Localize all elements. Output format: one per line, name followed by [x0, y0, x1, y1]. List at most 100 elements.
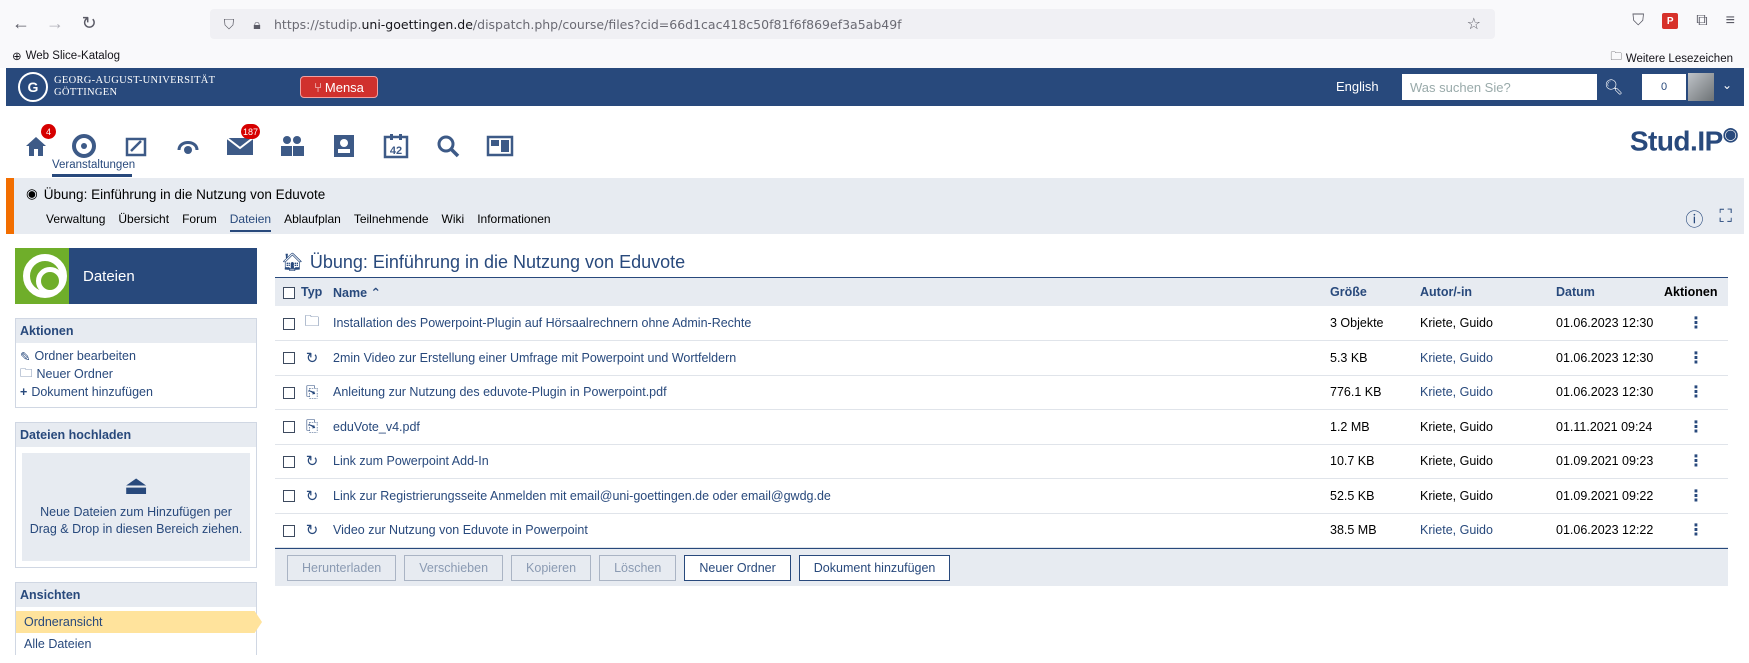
file-action-button[interactable]: Kopieren: [511, 554, 592, 581]
language-link[interactable]: English: [1336, 79, 1379, 94]
col-size[interactable]: Größe: [1330, 278, 1420, 306]
link-icon: ↻: [305, 522, 319, 540]
view-all-files[interactable]: Alle Dateien: [16, 633, 256, 655]
bookmark-web-slice[interactable]: ⊕ Web Slice-Katalog: [12, 49, 120, 63]
back-arrow-icon[interactable]: ←: [8, 10, 34, 36]
search-nav-icon[interactable]: [430, 128, 466, 164]
row-author[interactable]: Kriete, Guido: [1420, 340, 1556, 376]
tab-verwaltung[interactable]: Verwaltung: [46, 212, 105, 232]
row-name[interactable]: eduVote_v4.pdf: [333, 409, 1330, 445]
row-name[interactable]: Link zur Registrierungsseite Anmelden mi…: [333, 478, 1330, 514]
row-actions-menu[interactable]: ⋮: [1664, 375, 1728, 410]
table-row[interactable]: 🗀︎ Installation des Powerpoint-Plugin au…: [275, 306, 1728, 341]
course-context-bar: ◉ Übung: Einführung in die Nutzung von E…: [6, 178, 1744, 234]
lock-icon[interactable]: 🔒︎: [248, 15, 266, 33]
profile-icon[interactable]: [326, 128, 362, 164]
col-name[interactable]: Name ⌃: [333, 278, 1330, 306]
row-checkbox[interactable]: [283, 386, 295, 399]
notification-count[interactable]: 0: [1642, 74, 1686, 100]
messages-icon[interactable]: 187: [222, 124, 260, 164]
extensions-icon[interactable]: ⧉: [1696, 12, 1707, 30]
pocket-icon[interactable]: ⛉: [1632, 12, 1644, 30]
row-checkbox[interactable]: [283, 317, 295, 330]
row-name[interactable]: Installation des Powerpoint-Plugin auf H…: [333, 306, 1330, 341]
shield-icon[interactable]: ⛉: [220, 15, 238, 33]
home-icon[interactable]: 4: [18, 124, 56, 164]
table-row[interactable]: ⎘ Anleitung zur Nutzung des eduvote-Plug…: [275, 375, 1728, 410]
link-icon: ↻: [305, 487, 319, 505]
file-action-button[interactable]: Verschieben: [404, 554, 504, 581]
university-logo[interactable]: G GEORG-AUGUST-UNIVERSITÄT GÖTTINGEN: [18, 72, 215, 102]
row-actions-menu[interactable]: ⋮: [1664, 409, 1728, 445]
row-select-cell: [275, 478, 301, 514]
row-checkbox[interactable]: [283, 524, 295, 537]
tab-ablaufplan[interactable]: Ablaufplan: [284, 212, 341, 232]
col-author[interactable]: Autor/-in: [1420, 278, 1556, 306]
row-author[interactable]: Kriete, Guido: [1420, 513, 1556, 548]
search-input[interactable]: [1402, 74, 1597, 100]
action-add-document[interactable]: + Dokument hinzufügen: [20, 383, 252, 401]
table-row[interactable]: ↻ Video zur Nutzung von Eduvote in Power…: [275, 513, 1728, 548]
row-actions-menu[interactable]: ⋮: [1664, 513, 1728, 548]
table-row[interactable]: ↻ Link zur Registrierungsseite Anmelden …: [275, 478, 1728, 514]
upload-dropzone[interactable]: ⏏ Neue Dateien zum Hinzufügen per Drag &…: [22, 453, 250, 561]
view-folder[interactable]: Ordneransicht: [16, 611, 262, 633]
tab-forum[interactable]: Forum: [182, 212, 217, 232]
action-new-folder[interactable]: 🗀︎ Neuer Ordner: [20, 365, 252, 383]
reload-icon[interactable]: ↻: [76, 10, 102, 36]
pdf-extension-icon[interactable]: P: [1662, 13, 1679, 29]
chevron-down-icon[interactable]: ⌄: [1722, 78, 1732, 92]
fullscreen-icon[interactable]: ⛶: [1719, 206, 1732, 232]
table-row[interactable]: ⎘ eduVote_v4.pdf 1.2 MB Kriete, Guido 01…: [275, 409, 1728, 445]
table-row[interactable]: ↻ Link zum Powerpoint Add-In 10.7 KB Kri…: [275, 444, 1728, 479]
tab-dateien[interactable]: Dateien: [229, 212, 272, 232]
col-type[interactable]: Typ: [301, 278, 333, 306]
row-name[interactable]: 2min Video zur Erstellung einer Umfrage …: [333, 340, 1330, 376]
course-title: ◉ Übung: Einführung in die Nutzung von E…: [26, 186, 325, 202]
tab-teilnehmende[interactable]: Teilnehmende: [354, 212, 429, 232]
row-author[interactable]: Kriete, Guido: [1420, 375, 1556, 410]
course-tabs: Verwaltung Übersicht Forum Dateien Ablau…: [46, 212, 551, 232]
contents-icon[interactable]: [482, 128, 518, 164]
avatar[interactable]: [1688, 73, 1714, 101]
kebab-menu-icon: ⋮: [1688, 487, 1704, 505]
mensa-button[interactable]: ⑂ Mensa: [300, 76, 378, 98]
row-name[interactable]: Video zur Nutzung von Eduvote in Powerpo…: [333, 513, 1330, 548]
nav-active-label[interactable]: Veranstaltungen: [52, 159, 135, 171]
row-checkbox[interactable]: [283, 421, 295, 434]
search-icon[interactable]: 🔍︎: [1604, 78, 1623, 96]
bookmark-more[interactable]: 🗀︎ Weitere Lesezeichen: [1610, 49, 1733, 68]
table-row[interactable]: ↻ 2min Video zur Erstellung einer Umfrag…: [275, 340, 1728, 376]
url-bar[interactable]: ⛉ 🔒︎ https://studip.uni-goettingen.de/di…: [210, 9, 1495, 39]
community-icon[interactable]: [274, 128, 310, 164]
row-checkbox[interactable]: [283, 352, 295, 365]
row-name[interactable]: Link zum Powerpoint Add-In: [333, 444, 1330, 479]
file-action-button[interactable]: Herunterladen: [287, 554, 397, 581]
row-type-cell: 🗀︎: [301, 306, 333, 341]
row-actions-menu[interactable]: ⋮: [1664, 478, 1728, 514]
row-checkbox[interactable]: [283, 490, 295, 503]
calendar-icon[interactable]: 42: [378, 128, 414, 164]
tab-informationen[interactable]: Informationen: [477, 212, 550, 232]
col-date[interactable]: Datum: [1556, 278, 1664, 306]
action-edit-folder[interactable]: ✎ Ordner bearbeiten: [20, 347, 252, 365]
select-all-checkbox[interactable]: [283, 286, 295, 299]
file-action-button[interactable]: Löschen: [599, 554, 677, 581]
tools-icon[interactable]: [170, 128, 206, 164]
row-actions-menu[interactable]: ⋮: [1664, 444, 1728, 479]
row-actions-menu[interactable]: ⋮: [1664, 306, 1728, 341]
row-name[interactable]: Anleitung zur Nutzung des eduvote-Plugin…: [333, 375, 1330, 410]
row-actions-menu[interactable]: ⋮: [1664, 340, 1728, 376]
help-icon[interactable]: ⓘ: [1685, 206, 1703, 232]
bookmark-star-icon[interactable]: ☆: [1467, 14, 1481, 34]
file-action-button[interactable]: Dokument hinzufügen: [798, 554, 951, 581]
action-label: Dokument hinzufügen: [31, 385, 153, 399]
forward-arrow-icon[interactable]: →: [42, 10, 68, 36]
tab-uebersicht[interactable]: Übersicht: [118, 212, 169, 232]
studip-logo[interactable]: Stud.IP◉: [1630, 124, 1739, 157]
menu-icon[interactable]: ≡: [1726, 12, 1735, 30]
row-checkbox[interactable]: [283, 455, 295, 468]
file-action-button[interactable]: Neuer Ordner: [684, 554, 791, 581]
edit-icon: ✎: [20, 349, 31, 364]
tab-wiki[interactable]: Wiki: [442, 212, 465, 232]
